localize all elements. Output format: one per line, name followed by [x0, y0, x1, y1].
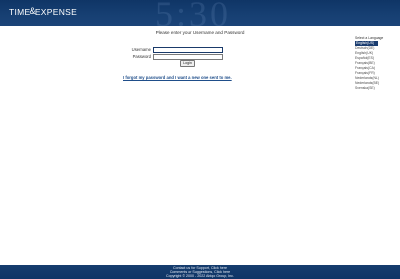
language-item-svenska-se[interactable]: Svenska(SE)	[355, 86, 391, 91]
login-button[interactable]: Login	[180, 60, 195, 67]
logo-ampersand: &	[29, 6, 36, 16]
password-label: Password	[132, 54, 151, 59]
username-label: Username	[131, 47, 151, 52]
header-watermark: 5:30	[155, 0, 232, 26]
logo-text-time: TIME	[9, 7, 31, 17]
language-selector-title: Select a Language	[355, 36, 384, 40]
copyright-text: Copyright © 2000 - 2022 Abiqo Group, Inc…	[166, 274, 234, 279]
time-expense-logo[interactable]: TIME&EXPENSE	[9, 6, 78, 17]
language-selector: Select a Language English(US) Deutsch(DE…	[355, 36, 391, 91]
app-header: 5:30 TIME&EXPENSE	[0, 0, 400, 26]
username-input[interactable]	[153, 47, 223, 53]
login-prompt: Please enter your Username and Password	[155, 30, 245, 35]
forgot-password-link[interactable]: I forgot my password and I want a new on…	[123, 75, 232, 80]
logo-text-expense: EXPENSE	[34, 7, 78, 17]
app-footer: Contact us for Support, Click here Comme…	[0, 265, 400, 279]
